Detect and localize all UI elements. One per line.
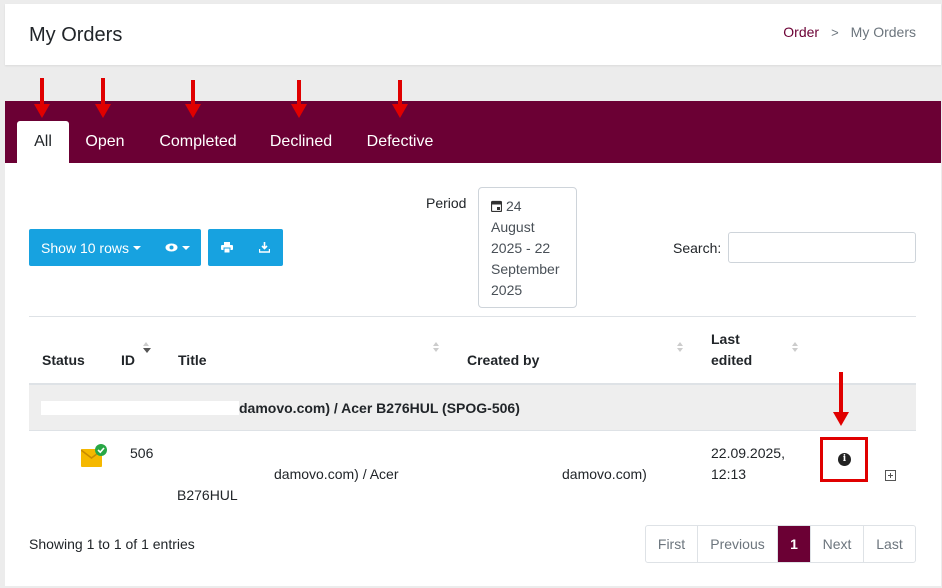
download-icon: [258, 242, 270, 253]
period-date-range[interactable]: 24 August 2025 - 22 September 2025: [478, 187, 577, 308]
page-1-button[interactable]: 1: [777, 526, 810, 562]
tab-defective[interactable]: Defective: [360, 121, 440, 163]
calendar-icon: [491, 200, 502, 212]
download-button[interactable]: [245, 229, 283, 266]
divider: [29, 316, 916, 317]
order-id[interactable]: 506: [130, 443, 153, 464]
page-last-button[interactable]: Last: [863, 526, 915, 562]
group-row-label: damovo.com) / Acer B276HUL (SPOG-506): [239, 400, 520, 416]
page-first-button[interactable]: First: [646, 526, 697, 562]
annotation-arrow: [185, 80, 201, 118]
order-last-edited: 22.09.2025,: [711, 445, 785, 461]
tab-declined[interactable]: Declined: [265, 121, 337, 163]
pagination: First Previous 1 Next Last: [645, 525, 916, 563]
annotation-arrow: [34, 78, 50, 118]
envelope-check-icon: [81, 444, 107, 467]
breadcrumb-current: My Orders: [850, 24, 916, 40]
tab-open[interactable]: Open: [78, 121, 132, 163]
tab-all[interactable]: All: [17, 121, 69, 163]
sort-icon: [677, 342, 685, 352]
period-label: Period: [426, 195, 467, 211]
period-line: August: [491, 219, 535, 235]
column-header-status[interactable]: Status: [42, 352, 85, 368]
sort-icon: [143, 342, 151, 353]
table-tools: Show 10 rows: [29, 229, 283, 266]
tab-completed[interactable]: Completed: [153, 121, 243, 163]
sort-icon: [792, 342, 800, 352]
annotation-arrow: [833, 372, 849, 426]
print-button[interactable]: [208, 229, 245, 266]
order-title[interactable]: B276HUL: [177, 485, 238, 506]
orders-card: All Open Completed Declined Defective Pe…: [5, 101, 941, 586]
table-info: Showing 1 to 1 of 1 entries: [29, 536, 195, 552]
print-icon: [220, 242, 233, 253]
search-input[interactable]: [728, 232, 916, 263]
period-line: 2025: [491, 282, 523, 298]
annotation-arrow: [392, 80, 408, 118]
period-line: 2025 - 22: [491, 240, 551, 256]
show-rows-label: Show 10 rows: [41, 239, 129, 256]
eye-icon: [165, 243, 177, 252]
info-icon[interactable]: i: [838, 453, 851, 466]
column-header-created-by[interactable]: Created by: [467, 352, 539, 368]
page-title: My Orders: [29, 24, 123, 46]
header-card: My Orders Order > My Orders: [5, 4, 941, 65]
page-next-button[interactable]: Next: [810, 526, 863, 562]
page-previous-button[interactable]: Previous: [697, 526, 777, 562]
search-label: Search:: [673, 240, 722, 256]
expand-icon[interactable]: [885, 470, 896, 481]
period-line: September: [491, 261, 560, 277]
show-rows-button[interactable]: Show 10 rows: [29, 229, 153, 266]
order-created-by: damovo.com): [562, 466, 647, 482]
column-visibility-button[interactable]: [153, 229, 201, 266]
breadcrumb-link-order[interactable]: Order: [783, 24, 819, 40]
order-title[interactable]: damovo.com) / Acer: [274, 464, 399, 485]
order-last-edited: 12:13: [711, 466, 747, 482]
column-header-title[interactable]: Title: [178, 352, 207, 368]
table-group-row: damovo.com) / Acer B276HUL (SPOG-506): [29, 385, 916, 431]
caret-down-icon: [181, 245, 190, 250]
caret-down-icon: [132, 245, 141, 250]
tabs-bar: All Open Completed Declined Defective: [5, 101, 941, 163]
column-header-id[interactable]: ID: [121, 352, 135, 368]
sort-icon: [433, 342, 441, 352]
column-header-last-edited[interactable]: edited: [711, 352, 752, 368]
info-annotation-box: i: [820, 437, 868, 482]
annotation-arrow: [95, 78, 111, 118]
annotation-arrow: [291, 80, 307, 118]
breadcrumb: Order > My Orders: [783, 24, 916, 40]
breadcrumb-separator: >: [831, 24, 839, 40]
redacted-text: [41, 401, 239, 415]
column-header-last-edited[interactable]: Last: [711, 331, 740, 347]
period-line: 24: [506, 198, 522, 214]
